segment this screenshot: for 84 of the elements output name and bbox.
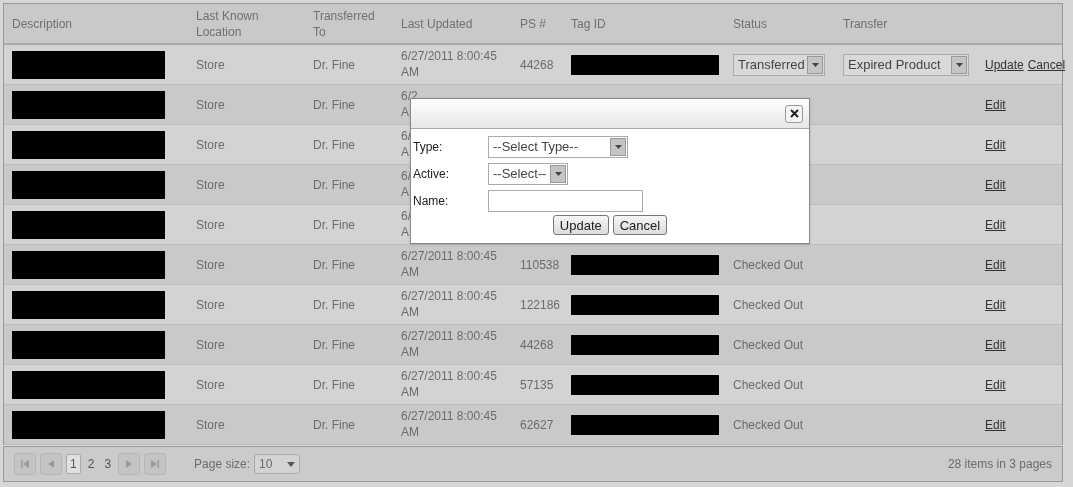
action-link[interactable]: Cancel — [1027, 55, 1066, 74]
action-link[interactable]: Edit — [985, 95, 1006, 114]
date-text: 6/27/2011 8:00:45 AM — [401, 248, 497, 280]
recipient-text: Dr. Fine — [313, 337, 355, 352]
close-button[interactable] — [785, 104, 803, 123]
pager-nav-button[interactable] — [118, 453, 141, 475]
action-link[interactable]: Edit — [985, 295, 1006, 314]
pager-nav-button[interactable] — [14, 453, 36, 475]
ps-number: 44268 — [520, 337, 554, 352]
recipient-text: Dr. Fine — [313, 97, 355, 112]
action-link[interactable]: Edit — [985, 415, 1006, 434]
recipient-text: Dr. Fine — [313, 297, 355, 312]
item-count-text: 28 items in 3 pages — [947, 456, 1052, 473]
status-text: Checked Out — [733, 377, 804, 392]
caret-icon — [811, 62, 819, 67]
action-link[interactable]: Edit — [985, 215, 1006, 234]
location-text: Store — [196, 337, 225, 352]
date-text: 6/27/2011 8:00:45 AM — [401, 328, 497, 360]
recipient-text: Dr. Fine — [313, 177, 355, 192]
date-text: 6/27/2011 8:00:45 AM — [401, 288, 497, 320]
location-text: Store — [196, 297, 225, 312]
location-text: Store — [196, 377, 225, 392]
column-header: Description — [12, 15, 74, 32]
action-link[interactable]: Update — [985, 55, 1024, 74]
column-header: Transfer — [843, 15, 889, 32]
status-dropdown[interactable]: Transferred — [733, 53, 825, 76]
column-header: PS # — [520, 15, 547, 32]
caret-icon — [955, 62, 963, 67]
recipient-text: Dr. Fine — [313, 377, 355, 392]
recipient-text: Dr. Fine — [313, 57, 355, 72]
close-icon — [789, 109, 799, 118]
status-text: Checked Out — [733, 257, 804, 272]
select-dropdown[interactable]: --Select Type-- — [488, 135, 628, 158]
action-link[interactable]: Edit — [985, 375, 1006, 394]
recipient-text: Dr. Fine — [313, 217, 355, 232]
recipient-text: Dr. Fine — [313, 137, 355, 152]
pager-nav-button[interactable] — [144, 453, 167, 475]
column-header: Transferred To — [313, 7, 376, 40]
location-text: Store — [196, 137, 225, 152]
ps-number: 57135 — [520, 377, 554, 392]
date-text: 6/27/2011 8:00:45 AM — [401, 368, 497, 400]
action-link[interactable]: Edit — [985, 335, 1006, 354]
recipient-text: Dr. Fine — [313, 257, 355, 272]
caret-icon — [287, 461, 296, 467]
status-text: Checked Out — [733, 337, 804, 352]
action-link[interactable]: Edit — [985, 255, 1006, 274]
status-text: Checked Out — [733, 297, 804, 312]
column-header: Last Updated — [401, 15, 474, 32]
ps-number: 110538 — [520, 257, 560, 272]
field-label: Type: — [413, 138, 444, 156]
name-field[interactable] — [488, 189, 643, 212]
dialog-button[interactable]: Cancel — [612, 215, 668, 235]
column-header: Tag ID — [571, 15, 607, 32]
action-link[interactable]: Edit — [985, 175, 1006, 194]
status-text: Checked Out — [733, 417, 804, 432]
ps-number: 44268 — [520, 57, 554, 72]
location-text: Store — [196, 57, 225, 72]
page-button[interactable]: 1 — [66, 454, 81, 474]
location-text: Store — [196, 257, 225, 272]
field-label: Name: — [413, 192, 450, 210]
caret-icon — [614, 144, 622, 149]
date-text: 6/27/2011 8:00:45 AM — [401, 48, 497, 80]
select-dropdown[interactable]: --Select-- — [488, 162, 569, 185]
page-size-dropdown[interactable]: 10 — [254, 454, 301, 474]
date-text: 6/27/2011 8:00:45 AM — [401, 408, 497, 440]
action-link[interactable]: Edit — [985, 135, 1006, 154]
column-header: Status — [733, 15, 769, 32]
ps-number: 122186 — [520, 297, 561, 312]
recipient-text: Dr. Fine — [313, 417, 355, 432]
page-size-label: Page size: — [194, 456, 251, 473]
location-text: Store — [196, 97, 225, 112]
location-text: Store — [196, 177, 225, 192]
ps-number: 62627 — [520, 417, 554, 432]
column-header: Last Known Location — [196, 7, 260, 40]
transfer-dropdown[interactable]: Expired Product — [843, 53, 969, 76]
dialog-button[interactable]: Update — [552, 215, 609, 235]
page-button[interactable]: 3 — [101, 454, 115, 474]
caret-icon — [554, 171, 562, 176]
location-text: Store — [196, 217, 225, 232]
pager-nav-button[interactable] — [40, 453, 62, 475]
page-button[interactable]: 2 — [84, 454, 98, 474]
location-text: Store — [196, 417, 225, 432]
page-arrow-icon — [46, 459, 56, 469]
field-label: Active: — [413, 165, 450, 183]
